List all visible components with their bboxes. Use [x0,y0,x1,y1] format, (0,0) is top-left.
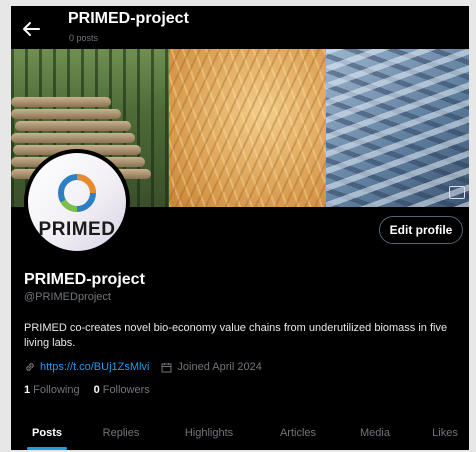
edit-profile-button[interactable]: Edit profile [379,216,463,244]
tab-likes[interactable]: Likes [421,416,469,450]
profile-meta: https://t.co/BUj1ZsMlvi Joined April 202… [24,361,262,373]
profile-page: PRIMED-project 0 posts PRIMED Edit profi… [11,6,469,450]
following-label[interactable]: Following [33,384,79,396]
profile-tabs: Posts Replies Highlights Articles Media … [11,416,469,450]
avatar[interactable]: PRIMED [24,149,130,255]
followers-label[interactable]: Followers [103,384,150,396]
profile-header: PRIMED-project 0 posts [11,6,469,48]
link-icon [26,363,34,371]
banner-fish-panel [326,49,469,207]
tab-posts[interactable]: Posts [19,416,75,450]
profile-bio: PRIMED co-creates novel bio-economy valu… [24,322,448,349]
followers-count[interactable]: 0 [94,384,100,396]
primed-logo-icon [58,174,96,213]
post-count: 0 posts [69,33,99,43]
header-title: PRIMED-project [68,10,189,27]
profile-handle: @PRIMEDproject [24,291,111,303]
avatar-logo-text: PRIMED [38,219,116,240]
profile-name: PRIMED-project [24,271,145,288]
banner-wheat-panel [169,49,326,207]
tab-highlights[interactable]: Highlights [171,416,247,450]
back-arrow-icon[interactable] [21,20,41,38]
tab-media[interactable]: Media [349,416,401,450]
tab-replies[interactable]: Replies [91,416,151,450]
avatar-image: PRIMED [28,153,126,251]
tab-articles[interactable]: Articles [267,416,329,450]
joined-date: Joined April 2024 [177,361,262,373]
follow-stats: 1 Following 0 Followers [24,384,164,396]
profile-link[interactable]: https://t.co/BUj1ZsMlvi [40,361,149,373]
calendar-icon [161,362,172,372]
active-tab-indicator [27,447,67,450]
following-count[interactable]: 1 [24,384,30,396]
photo-icon [449,186,465,199]
